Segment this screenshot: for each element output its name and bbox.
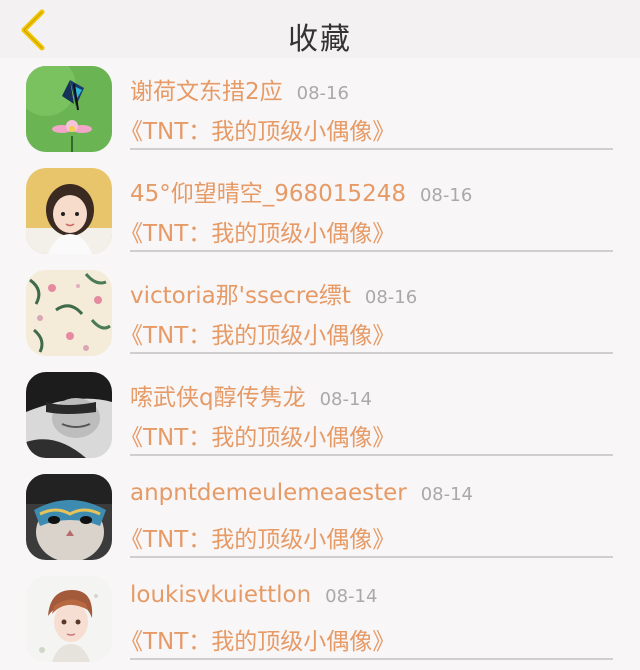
girl-portrait-avatar[interactable] <box>26 168 112 254</box>
divider <box>130 250 613 252</box>
user-name[interactable]: 嗦武侠q醇传隽龙 08-14 <box>130 378 372 412</box>
post-date: 08-14 <box>325 586 378 607</box>
user-name-text[interactable]: 45°仰望晴空_968015248 <box>130 181 406 207</box>
post-date: 08-14 <box>420 484 474 505</box>
post-date: 08-16 <box>296 83 349 104</box>
list-item[interactable]: loukisvkuiettlon 08-14 《TNT：我的顶级小偶像》 <box>0 568 640 670</box>
anime-boy-avatar[interactable] <box>26 576 112 662</box>
page-title: 收藏 <box>288 22 352 57</box>
user-name[interactable]: loukisvkuiettlon 08-14 <box>130 582 377 608</box>
list-item[interactable]: 45°仰望晴空_968015248 08-16 《TNT：我的顶级小偶像》 <box>0 160 640 262</box>
user-name-text[interactable]: loukisvkuiettlon <box>130 582 311 608</box>
work-title-link[interactable]: 《TNT：我的顶级小偶像》 <box>120 520 395 554</box>
user-name[interactable]: anpntdemeulemeaester 08-14 <box>130 480 473 506</box>
work-title-link[interactable]: 《TNT：我的顶级小偶像》 <box>120 214 395 248</box>
divider <box>130 148 613 150</box>
user-name-text[interactable]: anpntdemeulemeaester <box>130 480 407 506</box>
top-bar: 收藏 <box>0 0 640 58</box>
divider <box>130 556 613 558</box>
bw-portrait-avatar[interactable] <box>26 372 112 458</box>
user-name-text[interactable]: victoria那'ssecre缥t <box>130 283 351 309</box>
butterfly-flower-avatar[interactable] <box>26 66 112 152</box>
divider <box>130 658 613 660</box>
user-name-text[interactable]: 嗦武侠q醇传隽龙 <box>130 385 306 411</box>
masked-cat-avatar[interactable] <box>26 474 112 560</box>
floral-pattern-avatar[interactable] <box>26 270 112 356</box>
divider <box>130 454 613 456</box>
list-item[interactable]: victoria那'ssecre缥t 08-16 《TNT：我的顶级小偶像》 <box>0 262 640 364</box>
work-title-link[interactable]: 《TNT：我的顶级小偶像》 <box>120 418 395 452</box>
post-date: 08-14 <box>319 389 372 410</box>
list-item[interactable]: anpntdemeulemeaester 08-14 《TNT：我的顶级小偶像》 <box>0 466 640 568</box>
favorites-list: 谢荷文东措2应 08-16 《TNT：我的顶级小偶像》 45°仰望晴空_96801… <box>0 58 640 670</box>
list-item[interactable]: 谢荷文东措2应 08-16 《TNT：我的顶级小偶像》 <box>0 58 640 160</box>
user-name[interactable]: 45°仰望晴空_968015248 08-16 <box>130 174 472 208</box>
post-date: 08-16 <box>419 185 473 206</box>
list-item[interactable]: 嗦武侠q醇传隽龙 08-14 《TNT：我的顶级小偶像》 <box>0 364 640 466</box>
divider <box>130 352 613 354</box>
post-date: 08-16 <box>364 287 418 308</box>
work-title-link[interactable]: 《TNT：我的顶级小偶像》 <box>120 316 395 350</box>
work-title-link[interactable]: 《TNT：我的顶级小偶像》 <box>120 622 395 656</box>
user-name[interactable]: 谢荷文东措2应 08-16 <box>130 72 349 106</box>
work-title-link[interactable]: 《TNT：我的顶级小偶像》 <box>120 112 395 146</box>
user-name-text[interactable]: 谢荷文东措2应 <box>130 79 283 105</box>
user-name[interactable]: victoria那'ssecre缥t 08-16 <box>130 276 417 310</box>
